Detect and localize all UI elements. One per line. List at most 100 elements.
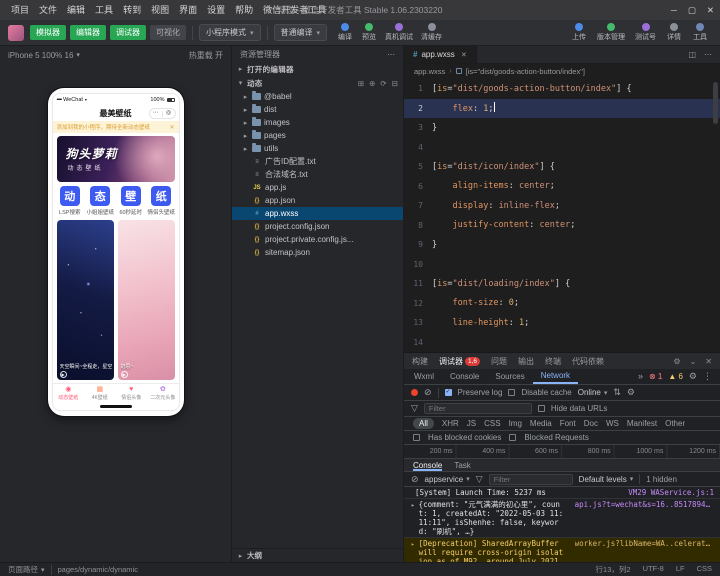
hide-data-urls-checkbox[interactable] bbox=[538, 405, 545, 412]
new-folder-icon[interactable]: ⊕ bbox=[369, 79, 375, 88]
status-item[interactable]: LF bbox=[676, 564, 685, 575]
expand-icon[interactable]: ▸ bbox=[411, 500, 415, 536]
menu-item[interactable]: 设置 bbox=[202, 0, 230, 20]
type-filter-media[interactable]: Media bbox=[530, 419, 552, 428]
feature-item-couple-wallpaper[interactable]: 纸情侣头壁纸 bbox=[146, 186, 176, 216]
menu-item[interactable]: 帮助 bbox=[230, 0, 258, 20]
menu-item[interactable]: 视图 bbox=[146, 0, 174, 20]
compile-button[interactable]: 编译 bbox=[333, 23, 357, 42]
more-icon[interactable]: ⋯ bbox=[704, 50, 712, 59]
tree-item[interactable]: ▸dist bbox=[232, 103, 403, 116]
tools-button[interactable]: 工具 bbox=[688, 23, 712, 42]
code-line[interactable]: 8 justify-content: center; bbox=[404, 216, 720, 236]
page-path-select[interactable]: 页面路径 ▾ bbox=[8, 564, 45, 575]
kebab-icon[interactable]: ⋮ bbox=[703, 372, 712, 381]
console-drawer-tab-console[interactable]: Console bbox=[413, 459, 442, 471]
code-line[interactable]: 3} bbox=[404, 118, 720, 138]
phone-tab-4k[interactable]: ▦4K壁纸 bbox=[84, 384, 116, 403]
more-icon[interactable]: ⋯ bbox=[387, 50, 395, 59]
capsule-menu[interactable]: ⋯◎ bbox=[149, 108, 176, 119]
tree-item[interactable]: ▸@babel bbox=[232, 90, 403, 103]
feature-item-girl-wallpaper[interactable]: 态小姐姐壁纸 bbox=[85, 186, 115, 216]
user-avatar[interactable] bbox=[8, 25, 24, 41]
code-area[interactable]: 1[is="dist/goods-action-button/index"] {… bbox=[404, 78, 720, 352]
tree-item[interactable]: ≡合法域名.txt bbox=[232, 168, 403, 181]
devtools-tab-sources[interactable]: Sources bbox=[487, 369, 532, 384]
code-line[interactable]: 5[is="dist/icon/index"] { bbox=[404, 157, 720, 177]
remote-debug-button[interactable]: 真机调试 bbox=[381, 23, 417, 42]
close-icon[interactable]: ✕ bbox=[705, 357, 712, 366]
split-editor-icon[interactable]: ◫ bbox=[688, 50, 696, 59]
preserve-log-checkbox[interactable] bbox=[445, 389, 452, 396]
has-blocked-cookies-checkbox[interactable] bbox=[413, 434, 420, 441]
breadcrumb-file[interactable]: app.wxss bbox=[414, 67, 445, 76]
outline-section[interactable]: ▸ 大纲 bbox=[232, 548, 403, 562]
console-entry[interactable]: [System] Launch Time: 5237 msVM29 WAServ… bbox=[404, 487, 720, 499]
tree-item[interactable]: ▸pages bbox=[232, 129, 403, 142]
mode-select[interactable]: 小程序模式 ▾ bbox=[199, 24, 261, 41]
code-line[interactable]: 9} bbox=[404, 235, 720, 255]
blocked-requests-checkbox[interactable] bbox=[509, 434, 516, 441]
maximize-icon[interactable]: ▢ bbox=[688, 5, 696, 16]
menu-item[interactable]: 工具 bbox=[90, 0, 118, 20]
throttle-select[interactable]: Online ▾ bbox=[578, 388, 608, 397]
device-selector[interactable]: iPhone 5 100% 16 ▾ bbox=[8, 51, 80, 60]
code-line[interactable]: 11[is="dist/loading/index"] { bbox=[404, 274, 720, 294]
source-link[interactable]: api.js?t=wechat&s=16..8517894acfcd8f39:3… bbox=[575, 500, 714, 536]
code-line[interactable]: 10 bbox=[404, 255, 720, 275]
phone-tab-couple-avatar[interactable]: ♥情侣头像 bbox=[116, 384, 148, 403]
code-line[interactable]: 12 font-size: 0; bbox=[404, 294, 720, 314]
tree-item[interactable]: ≡广告ID配置.txt bbox=[232, 155, 403, 168]
tree-item[interactable]: {}app.json bbox=[232, 194, 403, 207]
devtools-tab-console[interactable]: Console bbox=[442, 369, 487, 384]
exit-icon[interactable]: ◎ bbox=[163, 109, 175, 118]
console-drawer-tab-task[interactable]: Task bbox=[454, 461, 470, 470]
debugger-tab-debugger[interactable]: 调试器1,6 bbox=[439, 356, 480, 367]
log-levels-select[interactable]: Default levels ▾ bbox=[579, 475, 634, 484]
refresh-icon[interactable]: ⟳ bbox=[380, 79, 386, 88]
clear-network-icon[interactable]: ⊘ bbox=[424, 388, 432, 397]
preview-button[interactable]: 预览 bbox=[357, 23, 381, 42]
clear-cache-button[interactable]: 清缓存 bbox=[417, 23, 446, 42]
phone-tab-anime-avatar[interactable]: ✿二次元头像 bbox=[147, 384, 179, 403]
context-select[interactable]: appservice ▾ bbox=[425, 475, 470, 484]
menu-item[interactable]: 编辑 bbox=[62, 0, 90, 20]
network-timeline[interactable]: 200 ms400 ms600 ms800 ms1000 ms1200 ms bbox=[404, 445, 720, 459]
error-count-badge[interactable]: ⊗ 1 bbox=[649, 372, 662, 381]
wallpaper-card[interactable]: 天空瞬间~全程走，星空▶ bbox=[57, 220, 114, 380]
console-entry[interactable]: ▸[Deprecation] SharedArrayBuffer will re… bbox=[404, 538, 720, 562]
clear-console-icon[interactable]: ⊘ bbox=[411, 475, 419, 484]
code-line[interactable]: 2 flex: 1; bbox=[404, 99, 720, 119]
debugger-tab-terminal[interactable]: 终端 bbox=[545, 356, 561, 367]
breadcrumb-selector[interactable]: [is="dist/goods-action-button/index"] bbox=[466, 67, 585, 76]
toggle-visual[interactable]: 可视化 bbox=[150, 25, 186, 40]
network-settings-icon[interactable]: ⚙ bbox=[627, 388, 635, 397]
type-filter-all[interactable]: All bbox=[413, 418, 434, 429]
tree-item[interactable]: {}project.config.json bbox=[232, 220, 403, 233]
phone-tab-dynamic[interactable]: ◉动态壁纸 bbox=[53, 384, 85, 403]
console-filter-input[interactable]: Filter bbox=[489, 474, 573, 485]
warning-count-badge[interactable]: ▲ 6 bbox=[668, 372, 683, 381]
test-account-button[interactable]: 测试号 bbox=[631, 23, 660, 42]
status-item[interactable]: CSS bbox=[697, 564, 712, 575]
console-entry[interactable]: ▸{comment: "元气满满的初心里", count: 1, created… bbox=[404, 499, 720, 538]
hero-banner[interactable]: 狗头萝莉 动态壁纸 bbox=[57, 136, 175, 182]
tree-item[interactable]: {}sitemap.json bbox=[232, 246, 403, 259]
type-filter-ws[interactable]: WS bbox=[606, 419, 619, 428]
type-filter-img[interactable]: Img bbox=[509, 419, 522, 428]
code-line[interactable]: 13 line-height: 1; bbox=[404, 313, 720, 333]
devtools-tab-wxml[interactable]: Wxml bbox=[406, 369, 442, 384]
network-filter-input[interactable]: Filter bbox=[424, 403, 532, 414]
feature-item-timer-60s[interactable]: 壁60秒延时 bbox=[116, 186, 146, 216]
feature-item-lsp-search[interactable]: 动LSP搜索 bbox=[55, 186, 85, 216]
status-item[interactable]: UTF-8 bbox=[643, 564, 664, 575]
expand-icon[interactable]: ▸ bbox=[411, 539, 415, 562]
tree-item[interactable]: ▸images bbox=[232, 116, 403, 129]
upload-button[interactable]: 上传 bbox=[567, 23, 591, 42]
console-log-list[interactable]: [System] Launch Time: 5237 msVM29 WAServ… bbox=[404, 487, 720, 562]
toggle-simulator[interactable]: 模拟器 bbox=[30, 25, 66, 40]
devtools-tab-network[interactable]: Network bbox=[533, 369, 578, 384]
menu-item[interactable]: 文件 bbox=[34, 0, 62, 20]
close-icon[interactable]: ✕ bbox=[169, 124, 174, 131]
import-export-icon[interactable]: ⇅ bbox=[613, 388, 621, 397]
